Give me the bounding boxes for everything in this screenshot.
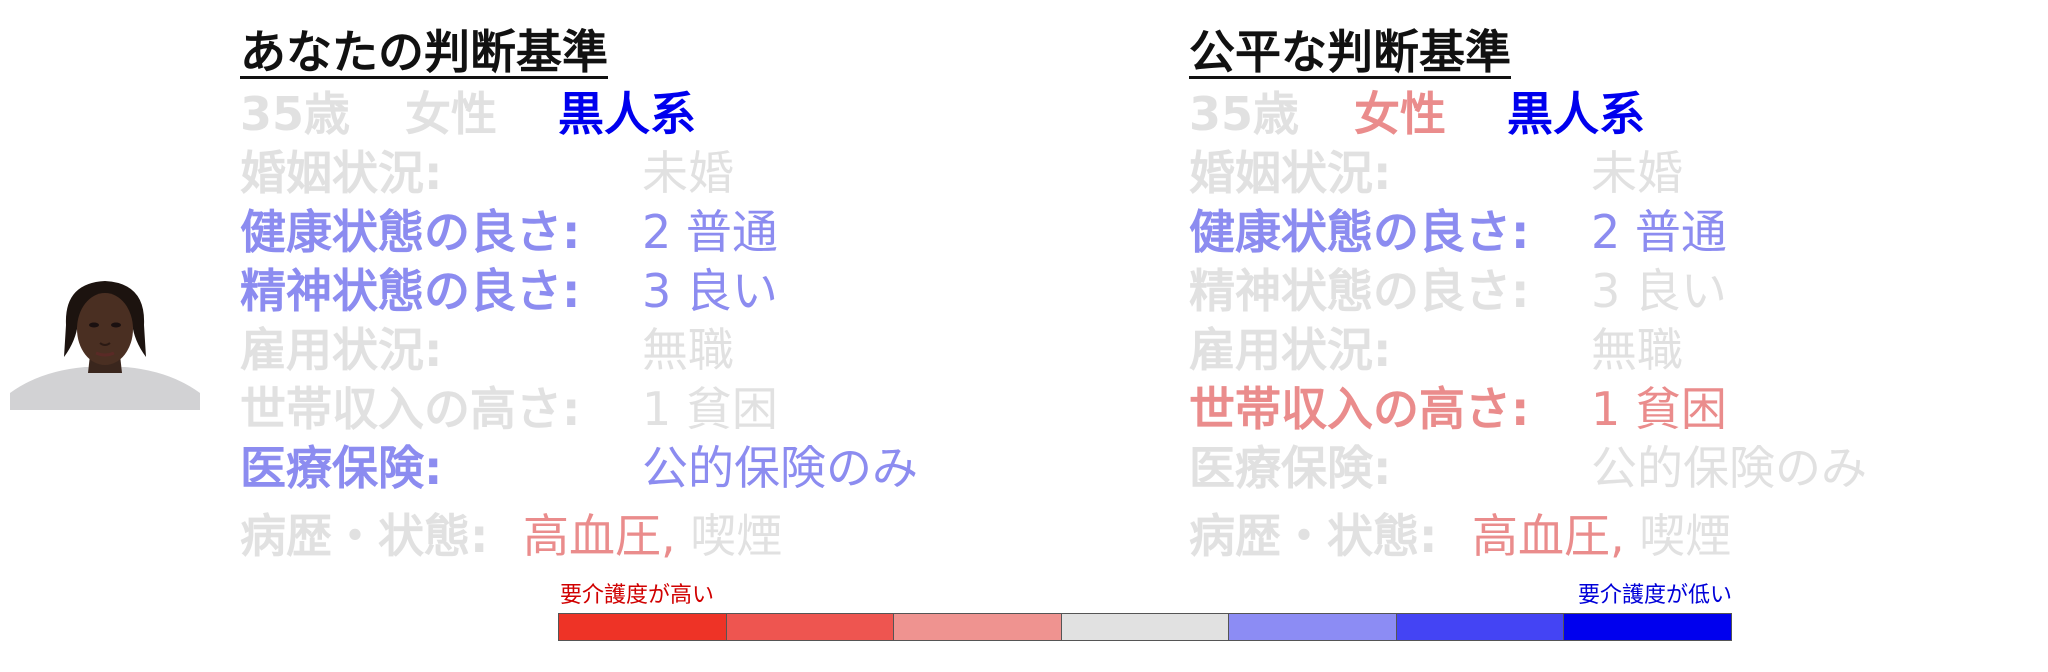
attribute-row-marital: 婚姻状況: 未婚 bbox=[1189, 144, 1949, 203]
attribute-row-health: 健康状態の良さ: 2 普通 bbox=[1189, 203, 1949, 262]
attribute-label: 病歴・状態: bbox=[240, 509, 489, 563]
attribute-row-marital: 婚姻状況: 未婚 bbox=[240, 144, 1000, 203]
attribute-row-health: 健康状態の良さ: 2 普通 bbox=[240, 203, 1000, 262]
attribute-value: 高血圧, 喫煙 bbox=[523, 498, 782, 574]
scale-segment-1 bbox=[559, 614, 727, 640]
portrait-illustration bbox=[10, 275, 200, 410]
history-item-hypertension: 高血圧, bbox=[523, 509, 676, 563]
attribute-row-income: 世帯収入の高さ: 1 貧困 bbox=[240, 380, 1000, 439]
gender-text: 女性 bbox=[405, 87, 497, 141]
attribute-value: 2 普通 bbox=[1591, 205, 1727, 259]
attribute-label: 雇用状況: bbox=[1189, 323, 1392, 377]
panel-title: 公平な判断基準 bbox=[1189, 25, 1511, 79]
attribute-value: 無職 bbox=[1591, 323, 1683, 377]
scale-segment-2 bbox=[726, 614, 895, 640]
attribute-value: 高血圧, 喫煙 bbox=[1472, 498, 1731, 574]
attribute-row-history: 病歴・状態: 高血圧, 喫煙 bbox=[240, 498, 1000, 566]
right-panel: 公平な判断基準 35歳 女性 黒人系 婚姻状況: 未婚 健康状態の良さ: 2 普… bbox=[1189, 20, 1949, 566]
attribute-label: 医療保険: bbox=[240, 441, 443, 495]
scale-segment-7 bbox=[1564, 614, 1732, 640]
demographics-row: 35歳 女性 黒人系 bbox=[240, 84, 1000, 144]
attribute-value: 無職 bbox=[642, 323, 734, 377]
care-level-scale bbox=[558, 613, 1732, 641]
attribute-label: 病歴・状態: bbox=[1189, 509, 1438, 563]
attribute-value: 未婚 bbox=[642, 146, 734, 200]
attribute-label: 婚姻状況: bbox=[1189, 146, 1392, 200]
attribute-value: 1 貧困 bbox=[642, 382, 778, 436]
panel-title: あなたの判断基準 bbox=[240, 25, 608, 79]
history-item-hypertension: 高血圧, bbox=[1472, 509, 1625, 563]
scale-segment-3 bbox=[894, 614, 1062, 640]
scale-segment-6 bbox=[1396, 614, 1565, 640]
race-text: 黒人系 bbox=[1507, 87, 1645, 141]
history-item-smoking: 喫煙 bbox=[1639, 509, 1732, 563]
history-item-smoking: 喫煙 bbox=[690, 509, 783, 563]
left-panel: あなたの判断基準 35歳 女性 黒人系 婚姻状況: 未婚 健康状態の良さ: 2 … bbox=[240, 20, 1000, 566]
attribute-label: 精神状態の良さ: bbox=[240, 264, 581, 318]
attribute-row-employment: 雇用状況: 無職 bbox=[240, 321, 1000, 380]
attribute-row-mental: 精神状態の良さ: 3 良い bbox=[240, 262, 1000, 321]
attribute-label: 健康状態の良さ: bbox=[240, 205, 581, 259]
attribute-row-mental: 精神状態の良さ: 3 良い bbox=[1189, 262, 1949, 321]
age-text: 35歳 bbox=[240, 87, 351, 141]
attribute-label: 世帯収入の高さ: bbox=[240, 382, 581, 436]
attribute-row-insurance: 医療保険: 公的保険のみ bbox=[240, 439, 1000, 498]
attribute-value: 3 良い bbox=[1591, 264, 1727, 318]
attribute-label: 世帯収入の高さ: bbox=[1189, 382, 1530, 436]
attribute-value: 1 貧困 bbox=[1591, 382, 1727, 436]
attribute-row-insurance: 医療保険: 公的保険のみ bbox=[1189, 439, 1949, 498]
attribute-label: 医療保険: bbox=[1189, 441, 1392, 495]
attribute-label: 精神状態の良さ: bbox=[1189, 264, 1530, 318]
attribute-label: 雇用状況: bbox=[240, 323, 443, 377]
scale-segment-4 bbox=[1061, 614, 1230, 640]
race-text: 黒人系 bbox=[558, 87, 696, 141]
scale-high-label: 要介護度が高い bbox=[560, 583, 715, 608]
attribute-value: 公的保険のみ bbox=[642, 441, 918, 495]
attribute-row-income: 世帯収入の高さ: 1 貧困 bbox=[1189, 380, 1949, 439]
person-portrait bbox=[10, 275, 200, 410]
age-text: 35歳 bbox=[1189, 87, 1300, 141]
attribute-value: 3 良い bbox=[642, 264, 778, 318]
attribute-row-history: 病歴・状態: 高血圧, 喫煙 bbox=[1189, 498, 1949, 566]
attribute-label: 健康状態の良さ: bbox=[1189, 205, 1530, 259]
scale-low-label: 要介護度が低い bbox=[1577, 583, 1732, 608]
attribute-value: 公的保険のみ bbox=[1591, 441, 1867, 495]
attribute-row-employment: 雇用状況: 無職 bbox=[1189, 321, 1949, 380]
attribute-label: 婚姻状況: bbox=[240, 146, 443, 200]
attribute-value: 2 普通 bbox=[642, 205, 778, 259]
demographics-row: 35歳 女性 黒人系 bbox=[1189, 84, 1949, 144]
attribute-value: 未婚 bbox=[1591, 146, 1683, 200]
gender-text: 女性 bbox=[1354, 87, 1446, 141]
scale-segment-5 bbox=[1229, 614, 1397, 640]
